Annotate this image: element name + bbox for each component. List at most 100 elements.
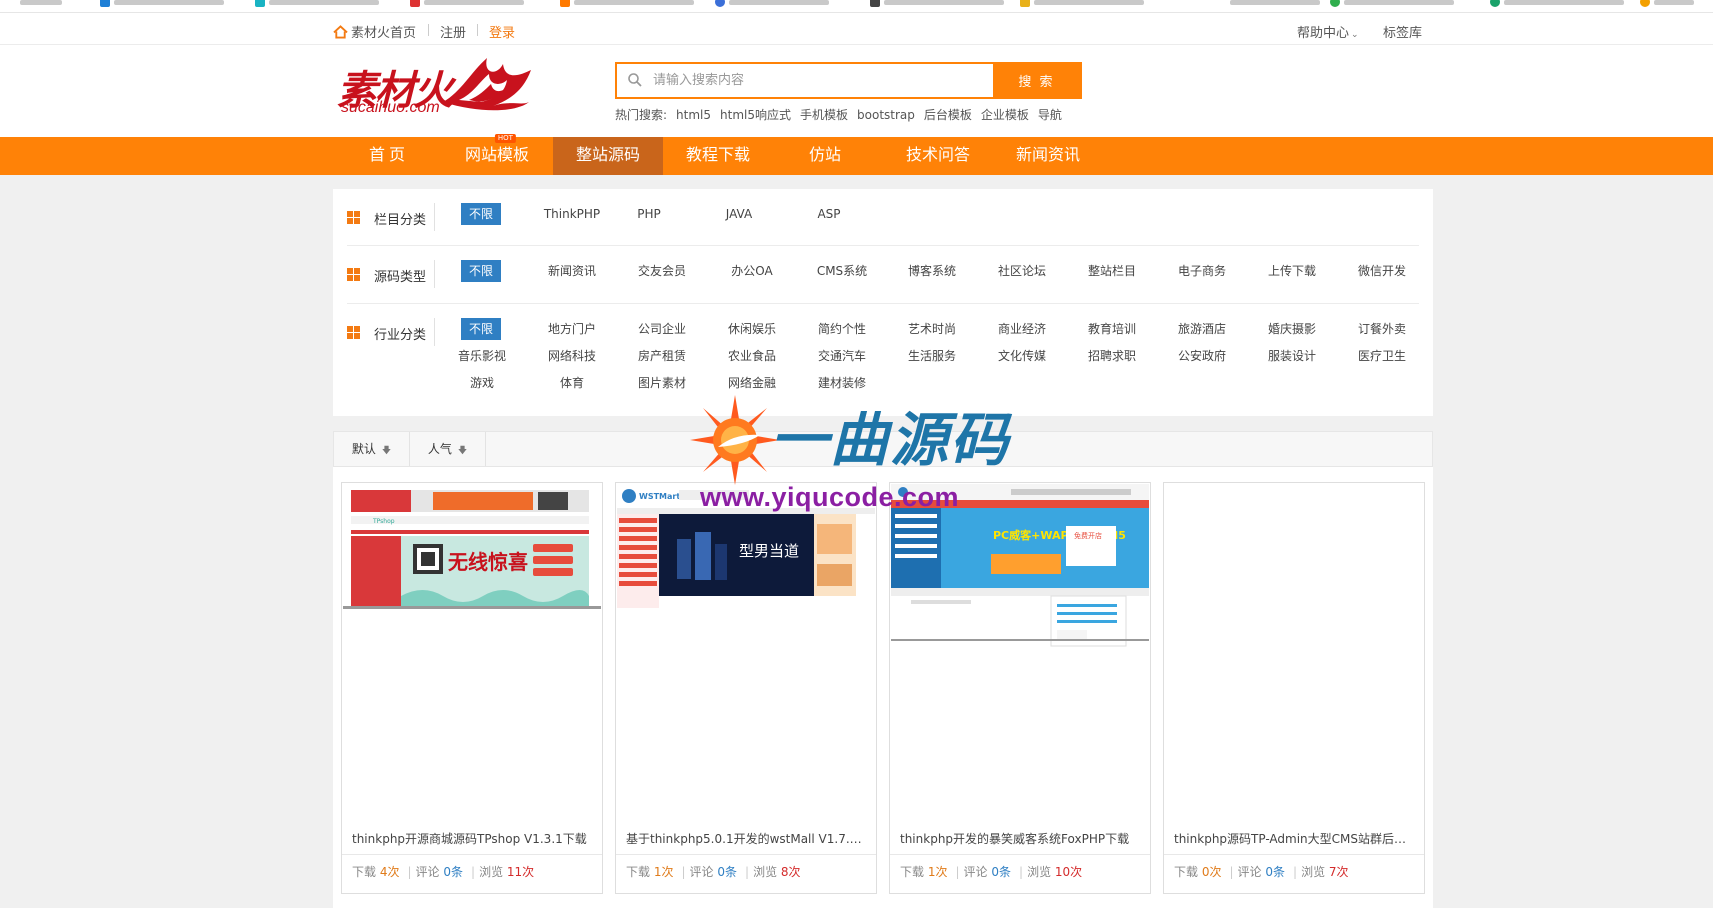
filter-option[interactable]: 艺术时尚 bbox=[897, 318, 967, 340]
filter-option[interactable]: 网络科技 bbox=[537, 345, 607, 367]
filter-row-column: 栏目分类 不限 ThinkPHP PHP JAVA ASP bbox=[347, 189, 1419, 246]
nav-item-site-templates[interactable]: 网站模板 HOT bbox=[454, 134, 540, 175]
comment-label: 评论 bbox=[1237, 865, 1262, 879]
product-card[interactable]: WSTMart 型男当道 基于thinkphp5.0.1开发的wstMall V… bbox=[615, 482, 877, 894]
nav-item-clone-site[interactable]: 仿站 bbox=[790, 137, 860, 175]
filter-option[interactable]: 休闲娱乐 bbox=[717, 318, 787, 340]
bookmark-item[interactable] bbox=[1020, 0, 1144, 8]
filter-option[interactable]: 公司企业 bbox=[627, 318, 697, 340]
product-title[interactable]: thinkphp源码TP-Admin大型CMS站群后台... bbox=[1174, 830, 1416, 847]
filter-option[interactable]: 新闻资讯 bbox=[537, 260, 607, 282]
hot-term-bootstrap[interactable]: bootstrap bbox=[857, 108, 915, 122]
hot-term-html5[interactable]: html5 bbox=[676, 108, 711, 122]
product-thumbnail[interactable] bbox=[1165, 484, 1423, 494]
nav-item-tech-qa[interactable]: 技术问答 bbox=[890, 137, 986, 175]
product-title[interactable]: thinkphp开发的暴笑威客系统FoxPHP下载 bbox=[900, 830, 1142, 847]
filter-option[interactable]: 房产租赁 bbox=[627, 345, 697, 367]
bookmark-item[interactable] bbox=[100, 0, 224, 8]
filter-option[interactable]: ThinkPHP bbox=[537, 203, 607, 225]
view-label: 浏览 bbox=[1301, 865, 1326, 879]
filter-option[interactable]: 教育培训 bbox=[1077, 318, 1147, 340]
hot-term-mobile-template[interactable]: 手机模板 bbox=[800, 108, 848, 122]
filter-option[interactable]: 体育 bbox=[537, 372, 607, 394]
filter-option[interactable]: 博客系统 bbox=[897, 260, 967, 282]
filter-option[interactable]: 公安政府 bbox=[1167, 345, 1237, 367]
hot-term-html5-responsive[interactable]: html5响应式 bbox=[720, 108, 791, 122]
filter-option[interactable]: JAVA bbox=[719, 203, 759, 225]
hot-term-enterprise-template[interactable]: 企业模板 bbox=[981, 108, 1029, 122]
filter-option[interactable]: 生活服务 bbox=[897, 345, 967, 367]
filter-option[interactable]: 交友会员 bbox=[627, 260, 697, 282]
product-stats: 下载 4次 | 评论 0条 | 浏览 11次 bbox=[352, 865, 535, 879]
product-thumbnail[interactable]: TPshop 无线惊喜 bbox=[343, 484, 601, 619]
bookmark-item[interactable] bbox=[1490, 0, 1624, 8]
tag-library-link[interactable]: 标签库 bbox=[1383, 22, 1422, 41]
search-button[interactable]: 搜 索 bbox=[993, 64, 1080, 97]
register-link[interactable]: 注册 bbox=[440, 22, 466, 41]
filter-option[interactable]: 整站栏目 bbox=[1077, 260, 1147, 282]
product-title[interactable]: thinkphp开源商城源码TPshop V1.3.1下载 bbox=[352, 830, 594, 847]
filter-option-selected[interactable]: 不限 bbox=[461, 260, 501, 282]
bookmark-item[interactable] bbox=[255, 0, 379, 8]
bookmark-item[interactable] bbox=[560, 0, 694, 8]
nav-item-full-site-source[interactable]: 整站源码 bbox=[553, 137, 663, 175]
search-input[interactable] bbox=[651, 64, 981, 97]
filter-option-selected[interactable]: 不限 bbox=[461, 318, 501, 340]
product-thumbnail[interactable]: PC威客+WAP+移动+H5 免费开店 bbox=[891, 484, 1149, 654]
filter-option[interactable]: 音乐影视 bbox=[447, 345, 517, 367]
thumbnail-headline: 型男当道 bbox=[739, 542, 799, 560]
filter-option[interactable]: 地方门户 bbox=[537, 318, 607, 340]
login-link[interactable]: 登录 bbox=[489, 22, 515, 41]
nav-item-tutorials[interactable]: 教程下载 bbox=[673, 137, 763, 175]
site-logo[interactable]: 素材火 sucaihuo.com bbox=[337, 52, 533, 122]
filter-option[interactable]: 订餐外卖 bbox=[1347, 318, 1417, 340]
filter-option[interactable]: CMS系统 bbox=[807, 260, 877, 282]
filter-option[interactable]: 简约个性 bbox=[807, 318, 877, 340]
bookmark-item[interactable] bbox=[715, 0, 829, 8]
filter-option[interactable]: 微信开发 bbox=[1347, 260, 1417, 282]
filter-option[interactable]: 网络金融 bbox=[717, 372, 787, 394]
product-title[interactable]: 基于thinkphp5.0.1开发的wstMall V1.7.5... bbox=[626, 830, 868, 847]
filter-option[interactable]: 建材装修 bbox=[807, 372, 877, 394]
filter-option[interactable]: 上传下载 bbox=[1257, 260, 1327, 282]
filter-option[interactable]: 电子商务 bbox=[1167, 260, 1237, 282]
filter-option[interactable]: ASP bbox=[809, 203, 849, 225]
product-card[interactable]: thinkphp源码TP-Admin大型CMS站群后台... 下载 0次 | 评论 … bbox=[1163, 482, 1425, 894]
divider bbox=[616, 854, 876, 855]
home-icon bbox=[333, 25, 348, 39]
sort-popularity[interactable]: 人气 🡇 bbox=[410, 432, 486, 466]
filter-option[interactable]: 办公OA bbox=[717, 260, 787, 282]
product-thumbnail[interactable]: WSTMart 型男当道 bbox=[617, 484, 875, 608]
bookmark-item[interactable] bbox=[410, 0, 524, 8]
product-card[interactable]: PC威客+WAP+移动+H5 免费开店 thinkphp开发的暴笑威客系统Fox… bbox=[889, 482, 1151, 894]
filter-option[interactable]: 农业食品 bbox=[717, 345, 787, 367]
nav-item-home[interactable]: 首 页 bbox=[354, 137, 420, 175]
filter-option[interactable]: 医疗卫生 bbox=[1347, 345, 1417, 367]
filter-option[interactable]: 招聘求职 bbox=[1077, 345, 1147, 367]
filter-option[interactable]: 旅游酒店 bbox=[1167, 318, 1237, 340]
filter-option[interactable]: 游戏 bbox=[447, 372, 517, 394]
download-count: 1次 bbox=[927, 865, 948, 879]
hot-term-admin-template[interactable]: 后台模板 bbox=[924, 108, 972, 122]
bookmark-item[interactable] bbox=[1640, 0, 1694, 8]
filter-option[interactable]: 社区论坛 bbox=[987, 260, 1057, 282]
hot-term-navigation[interactable]: 导航 bbox=[1038, 108, 1062, 122]
sort-default[interactable]: 默认 🡇 bbox=[334, 432, 410, 466]
filter-option[interactable]: 交通汽车 bbox=[807, 345, 877, 367]
nav-item-news[interactable]: 新闻资讯 bbox=[1000, 137, 1096, 175]
bookmark-item[interactable] bbox=[1230, 0, 1320, 8]
filter-option[interactable]: 婚庆摄影 bbox=[1257, 318, 1327, 340]
filter-option[interactable]: 商业经济 bbox=[987, 318, 1057, 340]
filter-option[interactable]: 文化传媒 bbox=[987, 345, 1057, 367]
bookmark-item[interactable] bbox=[20, 0, 62, 8]
grid-icon bbox=[347, 326, 360, 339]
filter-option[interactable]: 服装设计 bbox=[1257, 345, 1327, 367]
filter-option[interactable]: 图片素材 bbox=[627, 372, 697, 394]
product-card[interactable]: TPshop 无线惊喜 thinkphp开源商城源码TPshop V1.3.1下… bbox=[341, 482, 603, 894]
filter-option[interactable]: PHP bbox=[629, 203, 669, 225]
help-center-menu[interactable]: 帮助中心 ⌄ bbox=[1297, 22, 1359, 41]
home-link[interactable]: 素材火首页 bbox=[333, 22, 416, 41]
bookmark-item[interactable] bbox=[1330, 0, 1454, 8]
filter-option-selected[interactable]: 不限 bbox=[461, 203, 501, 225]
bookmark-item[interactable] bbox=[870, 0, 1004, 8]
